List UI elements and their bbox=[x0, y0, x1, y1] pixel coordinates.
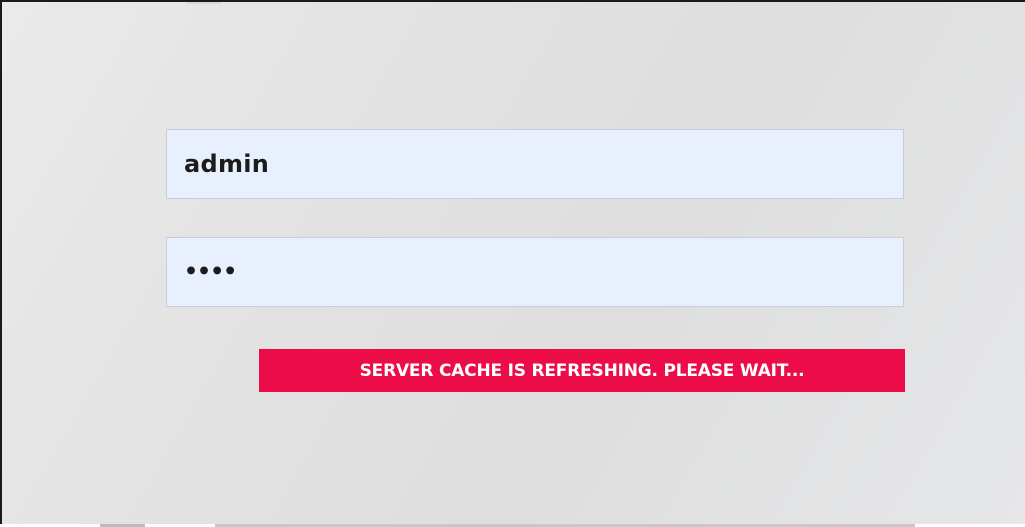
top-tab-marker bbox=[187, 2, 221, 4]
username-value: admin bbox=[184, 150, 270, 178]
username-field[interactable]: admin bbox=[166, 129, 904, 199]
status-banner: SERVER CACHE IS REFRESHING. PLEASE WAIT.… bbox=[259, 349, 905, 392]
password-value: •••• bbox=[184, 259, 237, 285]
login-panel: admin •••• SERVER CACHE IS REFRESHING. P… bbox=[0, 0, 1025, 527]
password-field[interactable]: •••• bbox=[166, 237, 904, 307]
status-message: SERVER CACHE IS REFRESHING. PLEASE WAIT.… bbox=[359, 360, 805, 381]
